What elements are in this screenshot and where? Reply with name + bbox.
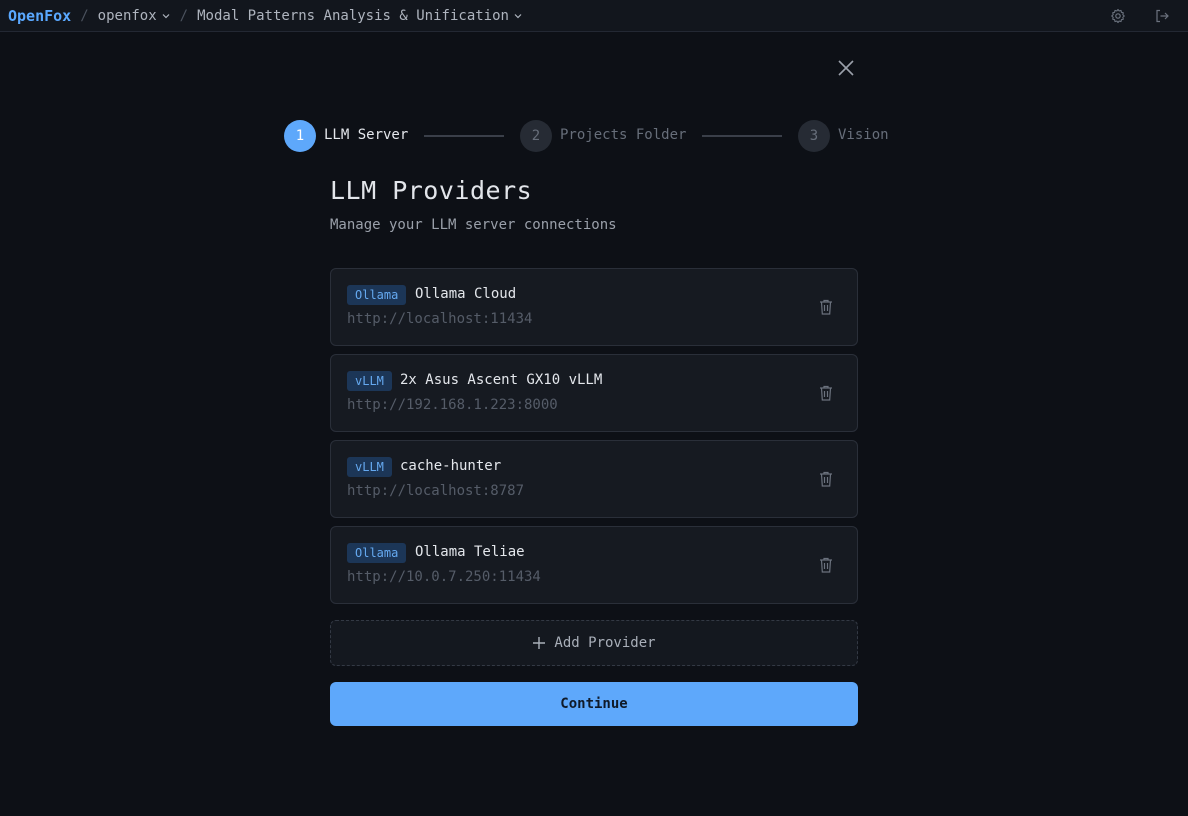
step-2-label: Projects Folder (560, 127, 687, 143)
step-connector (424, 135, 504, 137)
provider-type-badge: Ollama (347, 285, 407, 305)
settings-button[interactable] (1108, 6, 1128, 26)
provider-type-badge: vLLM (347, 371, 392, 391)
close-icon (838, 60, 854, 76)
chevron-down-icon (162, 13, 170, 18)
provider-name: 2x Asus Ascent GX10 vLLM (400, 372, 603, 388)
gear-icon (1111, 8, 1125, 24)
provider-url: http://10.0.7.250:11434 (347, 569, 541, 585)
continue-button[interactable]: Continue (330, 682, 858, 726)
step-connector (702, 135, 782, 137)
page-title: LLM Providers (330, 176, 533, 205)
step-1-circle: 1 (284, 120, 316, 152)
session-selector[interactable]: Modal Patterns Analysis & Unification (197, 8, 523, 24)
provider-card[interactable]: vLLM cache-hunter http://localhost:8787 (330, 440, 858, 518)
logout-button[interactable] (1152, 6, 1172, 26)
provider-url: http://192.168.1.223:8000 (347, 397, 558, 413)
step-2-circle: 2 (520, 120, 552, 152)
provider-card[interactable]: Ollama Ollama Cloud http://localhost:114… (330, 268, 858, 346)
provider-name: cache-hunter (400, 458, 502, 474)
provider-type-badge: Ollama (347, 543, 407, 563)
add-provider-label: Add Provider (554, 635, 656, 651)
provider-card[interactable]: Ollama Ollama Teliae http://10.0.7.250:1… (330, 526, 858, 604)
trash-icon[interactable] (818, 470, 834, 488)
page-subtitle: Manage your LLM server connections (330, 217, 617, 233)
provider-card[interactable]: vLLM 2x Asus Ascent GX10 vLLM http://192… (330, 354, 858, 432)
provider-url: http://localhost:11434 (347, 311, 533, 327)
session-name: Modal Patterns Analysis & Unification (197, 7, 509, 24)
add-provider-button[interactable]: Add Provider (330, 620, 858, 666)
brand-logo[interactable]: OpenFox (8, 7, 71, 25)
project-name: openfox (97, 7, 157, 24)
plus-icon (533, 637, 546, 649)
close-button[interactable] (834, 56, 858, 80)
breadcrumb-separator: / (179, 7, 189, 24)
provider-type-badge: vLLM (347, 457, 392, 477)
chevron-down-icon (514, 13, 522, 18)
trash-icon[interactable] (818, 298, 834, 316)
step-1-label: LLM Server (324, 127, 409, 143)
provider-url: http://localhost:8787 (347, 483, 525, 499)
step-3-circle: 3 (798, 120, 830, 152)
top-bar: OpenFox / openfox / Modal Patterns Analy… (0, 0, 1188, 32)
project-selector[interactable]: openfox (98, 8, 171, 24)
trash-icon[interactable] (818, 556, 834, 574)
provider-name: Ollama Teliae (415, 544, 525, 560)
breadcrumb-separator: / (80, 7, 89, 24)
provider-name: Ollama Cloud (415, 286, 517, 302)
trash-icon[interactable] (818, 384, 834, 402)
step-3-label: Vision (838, 127, 889, 143)
logout-icon (1156, 9, 1169, 23)
